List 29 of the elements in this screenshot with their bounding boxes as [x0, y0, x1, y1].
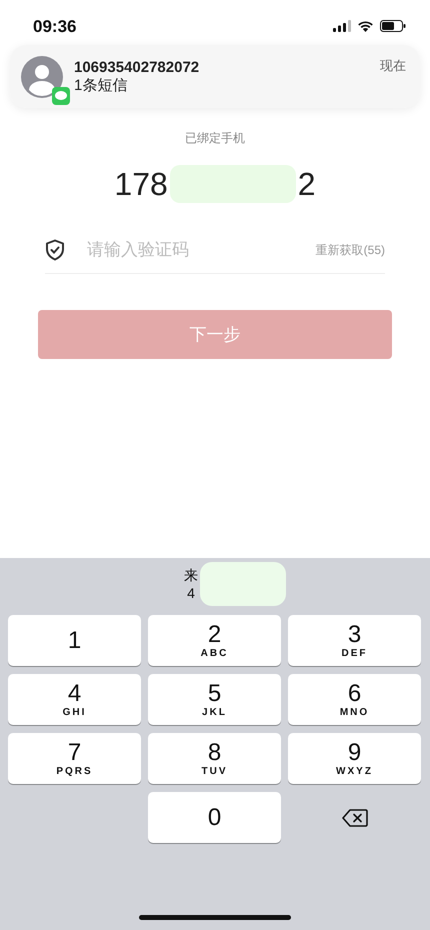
message-icon [52, 86, 70, 104]
keypad-key[interactable]: 1 [8, 615, 141, 666]
keypad-key[interactable]: 6 MNO [288, 674, 421, 725]
notification-message: 1条短信 [74, 76, 128, 94]
keypad-key[interactable]: 2 ABC [148, 615, 281, 666]
keypad-key[interactable]: 5 JKL [148, 674, 281, 725]
keypad-key[interactable]: 8 TUV [148, 733, 281, 784]
suggestion-line: 来 [184, 566, 198, 584]
battery-icon [380, 20, 406, 32]
suggestion-line: 4 [187, 584, 195, 602]
phone-number-end: 2 [298, 166, 316, 202]
bound-phone-label: 已绑定手机 [185, 130, 245, 147]
notification-banner[interactable]: 106935402782072 1条短信 现在 [10, 45, 420, 108]
suggestion-text[interactable]: 来 4 [184, 566, 198, 602]
keypad-key[interactable]: 3 DEF [288, 615, 421, 666]
code-input-field[interactable]: 请输入验证码 [87, 240, 294, 260]
wifi-icon [357, 20, 374, 32]
status-time: 09:36 [33, 17, 76, 37]
signal-icon [333, 20, 351, 32]
backspace-icon [342, 808, 368, 826]
avatar-icon [20, 54, 64, 98]
keypad-key[interactable]: 9 WXYZ [288, 733, 421, 784]
shield-check-icon [45, 239, 65, 261]
keypad-key[interactable]: 0 [148, 792, 281, 843]
keypad-key[interactable]: 7 PQRS [8, 733, 141, 784]
notification-sender: 106935402782072 [74, 58, 200, 76]
keypad-key[interactable]: 4 GHI [8, 674, 141, 725]
phone-number-start: 178 [114, 166, 168, 202]
notification-time: 现在 [380, 57, 406, 75]
